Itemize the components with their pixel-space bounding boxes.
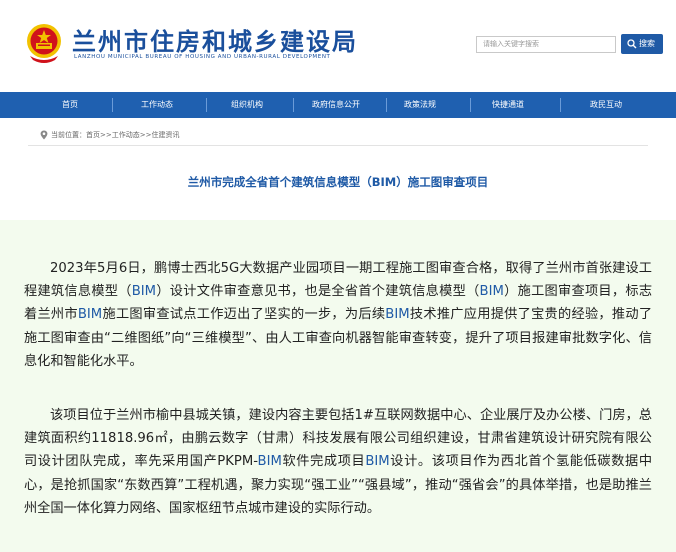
bim-highlight: BIM [77,307,103,323]
article-paragraph-1: 2023年5月6日，鹏博士西北5G大数据产业园项目一期工程施工图审查合格，取得了… [24,257,652,373]
nav-divider [112,98,113,112]
article-paragraph-2: 该项目位于兰州市榆中县城关镇，建设内容主要包括1#互联网数据中心、企业展厅及办公… [24,404,652,520]
main-nav: 首页 工作动态 组织机构 政府信息公开 政策法规 快捷通道 政民互动 [0,92,676,118]
breadcrumb-prefix: 当前位置： [51,131,86,139]
bim-highlight: BIM [365,454,390,470]
paragraph-text: 施工图审查试点工作迈出了坚实的一步，为后续 [102,307,386,323]
bim-highlight: BIM [479,284,504,300]
nav-item-organization[interactable]: 组织机构 [214,92,280,118]
location-pin-icon [40,130,48,140]
site-subtitle: LANZHOU MUNICIPAL BUREAU OF HOUSING AND … [74,54,331,60]
nav-divider [470,98,471,112]
breadcrumb-divider [28,145,648,146]
national-emblem-icon [27,24,61,63]
nav-divider [386,98,387,112]
nav-item-home[interactable]: 首页 [40,92,100,118]
paragraph-text: 软件完成项目 [281,454,366,470]
search-icon [627,39,637,49]
paragraph-text: ）设计文件审查意见书，也是全省首个建筑信息模型（ [156,284,480,300]
nav-item-policies[interactable]: 政策法规 [390,92,450,118]
nav-divider [560,98,561,112]
nav-item-info-disclosure[interactable]: 政府信息公开 [294,92,378,118]
nav-item-work-news[interactable]: 工作动态 [124,92,190,118]
breadcrumb: 当前位置：首页>>工作动态>>住建资讯 [40,130,179,140]
article-title: 兰州市完成全省首个建筑信息模型（BIM）施工图审查项目 [187,175,489,189]
breadcrumb-path[interactable]: 首页>>工作动态>>住建资讯 [86,131,179,139]
search-input[interactable]: 请输入关键字搜索 [476,36,616,53]
bim-highlight: BIM [257,454,282,470]
search-button-label: 搜索 [639,39,655,48]
bim-highlight: BIM [385,307,410,323]
search-button[interactable]: 搜索 [621,34,663,54]
bim-highlight: BIM [131,284,157,300]
nav-item-interaction[interactable]: 政民互动 [566,92,646,118]
nav-item-shortcuts[interactable]: 快捷通道 [478,92,538,118]
site-header: 兰州市住房和城乡建设局 LANZHOU MUNICIPAL BUREAU OF … [0,0,676,92]
site-title: 兰州市住房和城乡建设局 [72,28,358,56]
nav-divider [206,98,207,112]
